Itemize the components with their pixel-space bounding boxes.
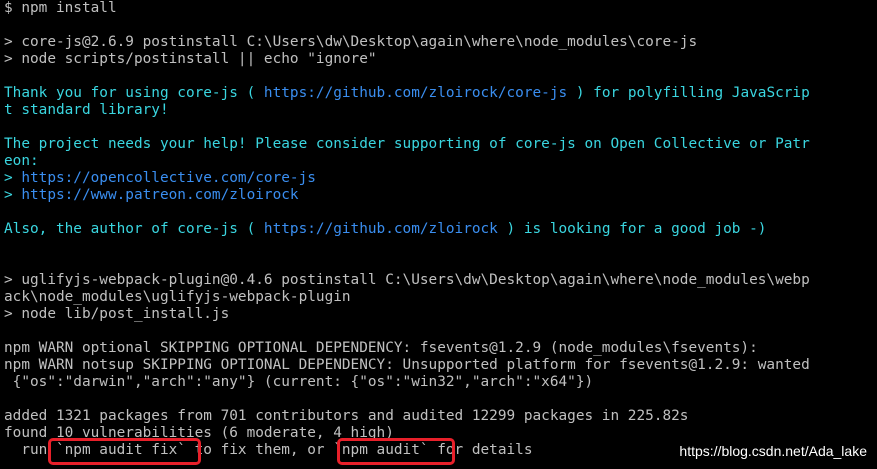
core-js-script-line: > node scripts/postinstall || echo "igno… (4, 51, 377, 67)
patreon-link[interactable]: https://www.patreon.com/zloirock (21, 187, 298, 203)
core-js-thanks-line: Thank you for using core-js ( https://gi… (4, 85, 810, 102)
csdn-watermark: https://blog.csdn.net/Ada_lake (679, 443, 867, 459)
npm-warn-notsup-line: npm WARN notsup SKIPPING OPTIONAL DEPEND… (4, 357, 810, 373)
added-packages-line: added 1321 packages from 701 contributor… (4, 408, 689, 424)
uglifyjs-postinstall-line: > uglifyjs-webpack-plugin@0.4.6 postinst… (4, 272, 810, 288)
thanks-text-start: Thank you for using core-js ( (4, 85, 264, 101)
core-js-help-line: The project needs your help! Please cons… (4, 136, 810, 152)
link-prefix: > (4, 187, 22, 203)
zloirock-github-link[interactable]: https://github.com/zloirock (264, 221, 498, 237)
terminal-window[interactable]: $ npm install > core-js@2.6.9 postinstal… (0, 0, 877, 469)
core-js-postinstall-line: > core-js@2.6.9 postinstall C:\Users\dw\… (4, 34, 698, 50)
npm-audit-highlight (337, 438, 455, 465)
npm-warn-optional-line: npm WARN optional SKIPPING OPTIONAL DEPE… (4, 340, 758, 356)
thanks-text-end: ) for polyfilling JavaScrip (567, 85, 810, 101)
opencollective-line: > https://opencollective.com/core-js (4, 170, 316, 187)
npm-audit-fix-highlight (48, 438, 201, 465)
core-js-github-link[interactable]: https://github.com/zloirock/core-js (264, 85, 567, 101)
npm-warn-notsup-line-cont: {"os":"darwin","arch":"any"} (current: {… (4, 374, 594, 390)
author-text-end: ) is looking for a good job -) (497, 221, 767, 237)
core-js-thanks-line-cont: t standard library! (4, 102, 169, 118)
opencollective-link[interactable]: https://opencollective.com/core-js (21, 170, 316, 186)
core-js-author-line: Also, the author of core-js ( https://gi… (4, 221, 766, 238)
uglifyjs-postinstall-line-cont: ack\node_modules\uglifyjs-webpack-plugin (4, 289, 351, 305)
prompt-line: $ npm install (4, 0, 117, 16)
author-text-start: Also, the author of core-js ( (4, 221, 264, 237)
patreon-line: > https://www.patreon.com/zloirock (4, 187, 299, 204)
link-prefix: > (4, 170, 22, 186)
uglifyjs-script-line: > node lib/post_install.js (4, 306, 230, 322)
core-js-help-line-cont: eon: (4, 153, 39, 169)
